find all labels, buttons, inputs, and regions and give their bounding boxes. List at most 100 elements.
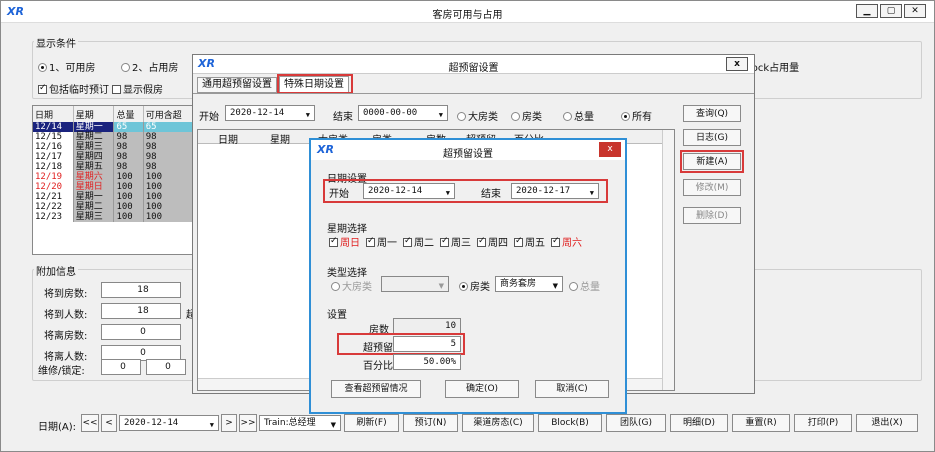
type-room-select[interactable]: 商务套房	[495, 276, 563, 293]
grid-row[interactable]: 12/22 星期二 100 100	[33, 202, 197, 212]
grid-cell-total: 98	[113, 142, 144, 152]
date-select[interactable]: 2020-12-14	[119, 415, 219, 432]
grid-cell-date: 12/17	[33, 152, 74, 162]
grid-row[interactable]: 12/21 星期一 100 100	[33, 192, 197, 202]
tab-general[interactable]: 通用超预留设置	[197, 77, 277, 93]
grid-row[interactable]: 12/18 星期五 98 98	[33, 162, 197, 172]
tab-highlight	[277, 74, 353, 94]
weekday-label: 周日	[340, 238, 360, 249]
overbook-detail-dialog: XR 超预留设置 x 日期设置 开始 2020-12-14 结束 2020-12…	[309, 138, 627, 414]
weekday-checkbox[interactable]: 周二	[403, 234, 434, 249]
grid-header-cell: 总量	[113, 106, 144, 122]
grid-row[interactable]: 12/15 星期二 98 98	[33, 132, 197, 142]
radio-icon	[569, 282, 578, 291]
pct-field[interactable]: 50.00%	[393, 354, 461, 370]
grid-row[interactable]: 12/17 星期四 98 98	[33, 152, 197, 162]
detail-titlebar: XR 超预留设置 x	[311, 140, 625, 160]
detail-close-button[interactable]: x	[599, 142, 621, 157]
last-page-button[interactable]: >>	[239, 414, 257, 432]
ob-end-label: 结束	[333, 112, 353, 123]
over-highlight	[337, 333, 465, 355]
weekday-checkbox[interactable]: 周四	[477, 234, 508, 249]
ob-radio-total[interactable]: 总量	[563, 108, 594, 123]
chevron-down-icon: ▼	[438, 282, 444, 290]
reset-button[interactable]: 重置(R)	[732, 414, 790, 432]
maximize-button[interactable]: ▢	[880, 4, 902, 18]
grid-header-cell: 日期	[33, 106, 74, 122]
grid-cell-date: 12/16	[33, 142, 74, 152]
overbook-col-header: 日期	[218, 135, 238, 146]
display-conditions-label: 显示条件	[34, 35, 78, 50]
overbook-close-button[interactable]: x	[726, 57, 748, 71]
cancel-button[interactable]: 取消(C)	[535, 380, 609, 398]
channel-status-button[interactable]: 渠道房态(C)	[462, 414, 534, 432]
grid-cell-date: 12/18	[33, 162, 74, 172]
detail-button[interactable]: 明细(D)	[670, 414, 728, 432]
weekday-checkbox[interactable]: 周六	[551, 234, 582, 249]
grid-row[interactable]: 12/16 星期三 98 98	[33, 142, 197, 152]
grid-cell-total: 98	[113, 152, 144, 162]
grid-cell-date: 12/20	[33, 182, 74, 192]
prev-page-button[interactable]: <	[101, 414, 117, 432]
next-page-button[interactable]: >	[221, 414, 237, 432]
grid-row[interactable]: 12/23 星期三 100 100	[33, 212, 197, 222]
query-button[interactable]: 查询(Q)	[683, 105, 741, 122]
weekday-checkbox[interactable]: 周日	[329, 234, 360, 249]
grid-row[interactable]: 12/19 星期六 100 100	[33, 172, 197, 182]
type-room-radio[interactable]: 房类	[459, 278, 490, 293]
arrive-people-label: 将到人数:	[44, 310, 88, 321]
ob-start-date[interactable]: 2020-12-14	[225, 105, 315, 122]
view-overbook-button[interactable]: 查看超预留情况	[331, 380, 421, 398]
delete-button[interactable]: 删除(D)	[683, 207, 741, 224]
weekday-label: 周一	[377, 238, 397, 249]
ok-button[interactable]: 确定(O)	[445, 380, 519, 398]
ob-radio-all[interactable]: 所有	[621, 108, 652, 123]
grid-cell-date: 12/22	[33, 202, 74, 212]
weekday-checkbox[interactable]: 周五	[514, 234, 545, 249]
grid-cell-total: 100	[113, 182, 144, 192]
block-button[interactable]: Block(B)	[538, 414, 602, 432]
check-temp-booking[interactable]: 包括临时预订	[38, 81, 109, 96]
radio-occupied[interactable]: 2、占用房	[121, 59, 178, 74]
type-total-radio[interactable]: 总量	[569, 278, 600, 293]
check-fake-rooms[interactable]: 显示假房	[112, 81, 163, 96]
log-button[interactable]: 日志(G)	[683, 129, 741, 146]
grid-row[interactable]: 12/14 星期一 65 65	[33, 122, 197, 132]
ob-radio-bigtype[interactable]: 大房类	[457, 108, 498, 123]
train-select[interactable]: Train:总经理	[259, 415, 341, 432]
grid-cell-avail: 98	[143, 152, 197, 162]
grid-cell-total: 65	[113, 122, 144, 132]
first-page-button[interactable]: <<	[81, 414, 99, 432]
modify-button[interactable]: 修改(M)	[683, 179, 741, 196]
print-button[interactable]: 打印(P)	[794, 414, 852, 432]
type-big-select[interactable]: ▼	[381, 276, 449, 292]
date-label: 日期(A):	[38, 422, 77, 433]
vertical-scrollbar[interactable]	[662, 130, 674, 390]
grid-cell-total: 100	[113, 212, 144, 222]
grid-cell-avail: 100	[143, 202, 197, 212]
settings-label: 设置	[327, 310, 347, 321]
grid-cell-avail: 65	[143, 122, 197, 132]
type-big-radio[interactable]: 大房类	[331, 278, 372, 293]
radio-icon	[457, 112, 466, 121]
availability-grid[interactable]: 日期 星期 总量 可用含超 12/14 星期一 65 65 12/15 星期二 98 98 12/16…	[32, 105, 197, 255]
exit-button[interactable]: 退出(X)	[856, 414, 918, 432]
weekday-select-label: 星期选择	[327, 224, 367, 235]
refresh-button[interactable]: 刷新(F)	[344, 414, 399, 432]
grid-cell-weekday: 星期六	[73, 172, 115, 182]
grid-cell-total: 98	[113, 132, 144, 142]
ob-radio-type[interactable]: 房类	[511, 108, 542, 123]
grid-row[interactable]: 12/20 星期日 100 100	[33, 182, 197, 192]
minimize-button[interactable]: ▁	[856, 4, 878, 18]
ob-end-date[interactable]: 0000-00-00	[358, 105, 448, 122]
grid-cell-total: 98	[113, 162, 144, 172]
grid-cell-avail: 98	[143, 162, 197, 172]
grid-cell-date: 12/15	[33, 132, 74, 142]
radio-available[interactable]: 1、可用房	[38, 59, 95, 74]
book-button[interactable]: 预订(N)	[403, 414, 458, 432]
weekday-checkbox[interactable]: 周一	[366, 234, 397, 249]
detail-title: 超预留设置	[443, 149, 493, 160]
weekday-checkbox[interactable]: 周三	[440, 234, 471, 249]
close-button[interactable]: ✕	[904, 4, 926, 18]
group-button[interactable]: 团队(G)	[606, 414, 666, 432]
